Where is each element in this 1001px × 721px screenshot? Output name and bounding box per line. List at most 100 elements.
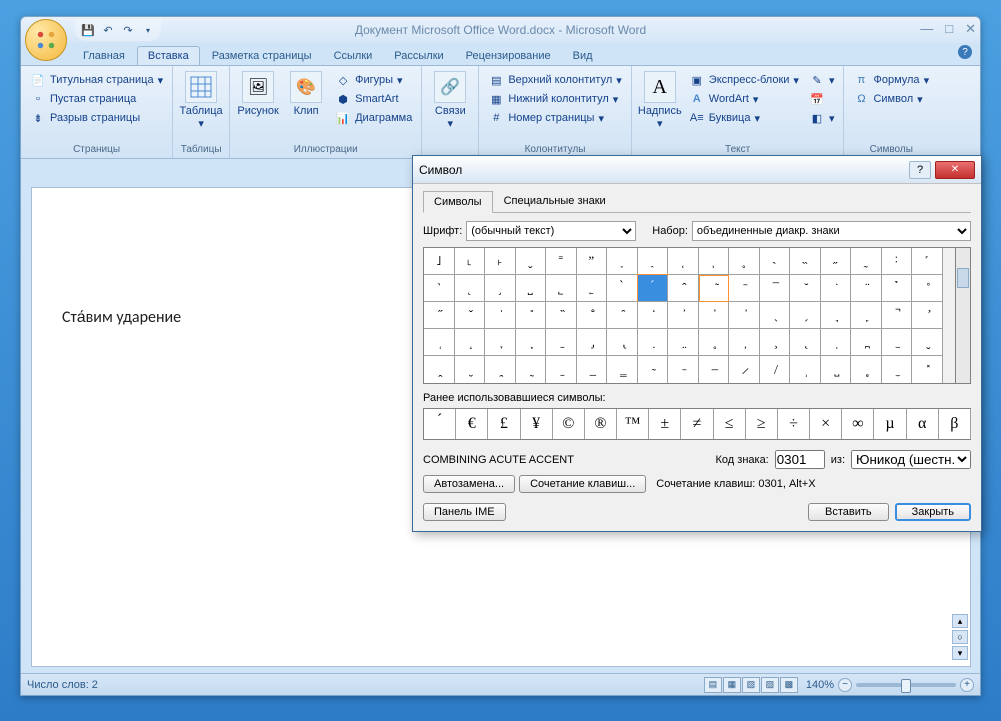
symbol-cell[interactable]: ̒: [638, 302, 669, 329]
symbol-cell[interactable]: ̐: [577, 302, 608, 329]
symbol-cell[interactable]: ̇: [821, 275, 852, 302]
symbol-cell[interactable]: ̓: [668, 302, 699, 329]
symbol-cell[interactable]: ̺: [821, 356, 852, 383]
symbol-cell[interactable]: ̎: [516, 302, 547, 329]
symbol-cell[interactable]: ̖: [760, 302, 791, 329]
symbol-cell[interactable]: ˵: [790, 248, 821, 275]
symbol-cell[interactable]: ˽: [516, 275, 547, 302]
symbol-cell[interactable]: ̚: [882, 302, 913, 329]
shapes-button[interactable]: ◇Фигуры ▾: [332, 71, 415, 89]
zoom-slider[interactable]: [856, 683, 956, 687]
symbol-cell[interactable]: ̢: [607, 329, 638, 356]
recent-symbol-cell[interactable]: £: [488, 409, 520, 439]
ime-panel-button[interactable]: Панель IME: [423, 503, 506, 521]
zoom-in-button[interactable]: +: [960, 678, 974, 692]
recent-symbol-cell[interactable]: ±: [649, 409, 681, 439]
tab-view[interactable]: Вид: [563, 47, 603, 65]
undo-icon[interactable]: ↶: [99, 21, 117, 39]
symbol-button[interactable]: ΩСимвол ▾: [850, 90, 932, 108]
tab-page-layout[interactable]: Разметка страницы: [202, 47, 322, 65]
symbol-cell[interactable]: ̏: [546, 302, 577, 329]
symbol-cell[interactable]: ̍: [485, 302, 516, 329]
symbol-cell[interactable]: ̱: [546, 356, 577, 383]
symbol-cell[interactable]: ̃: [699, 275, 730, 302]
table-button[interactable]: Таблица▾: [177, 68, 225, 143]
next-page-button[interactable]: ▾: [952, 646, 968, 660]
save-icon[interactable]: 💾: [79, 21, 97, 39]
close-window-button[interactable]: ✕: [965, 21, 976, 37]
draft-view[interactable]: ▩: [780, 677, 798, 693]
symbol-cell[interactable]: ˭: [546, 248, 577, 275]
symbol-cell[interactable]: ̰: [516, 356, 547, 383]
symbol-cell[interactable]: ̜: [424, 329, 455, 356]
quickparts-button[interactable]: ▣Экспресс-блоки ▾: [686, 71, 802, 89]
tab-symbols[interactable]: Символы: [423, 191, 493, 213]
symbol-cell[interactable]: ̗: [790, 302, 821, 329]
symbol-cell[interactable]: ̧: [760, 329, 791, 356]
symbol-cell[interactable]: ̯: [485, 356, 516, 383]
recent-symbol-cell[interactable]: ¥: [521, 409, 553, 439]
picture-button[interactable]: 🖼Рисунок: [234, 68, 282, 143]
symbol-cell[interactable]: ̸: [760, 356, 791, 383]
symbol-cell[interactable]: ̄: [729, 275, 760, 302]
chart-button[interactable]: 📊Диаграмма: [332, 109, 415, 127]
dialog-help-button[interactable]: ?: [909, 161, 931, 179]
print-layout-view[interactable]: ▤: [704, 677, 722, 693]
symbol-cell[interactable]: ˺: [424, 275, 455, 302]
symbol-cell[interactable]: ̙: [851, 302, 882, 329]
symbol-cell[interactable]: ̘: [821, 302, 852, 329]
symbol-cell[interactable]: ̨: [790, 329, 821, 356]
prev-page-button[interactable]: ▴: [952, 614, 968, 628]
symbol-cell[interactable]: ̪: [851, 329, 882, 356]
symbol-cell[interactable]: ˿: [577, 275, 608, 302]
symbol-cell[interactable]: ̩: [821, 329, 852, 356]
symbol-cell[interactable]: ̼: [882, 356, 913, 383]
symbol-cell[interactable]: ̂: [668, 275, 699, 302]
zoom-out-button[interactable]: −: [838, 678, 852, 692]
page-break-button[interactable]: ⇟Разрыв страницы: [27, 109, 166, 127]
header-button[interactable]: ▤Верхний колонтитул ▾: [485, 71, 624, 89]
recent-symbol-cell[interactable]: α: [907, 409, 939, 439]
symbol-cell[interactable]: ̡: [577, 329, 608, 356]
web-view[interactable]: ▧: [742, 677, 760, 693]
redo-icon[interactable]: ↷: [119, 21, 137, 39]
zoom-level[interactable]: 140%: [806, 679, 834, 691]
symbol-cell[interactable]: ˾: [546, 275, 577, 302]
outline-view[interactable]: ▨: [761, 677, 779, 693]
symbol-cell[interactable]: ̮: [455, 356, 486, 383]
close-button[interactable]: Закрыть: [895, 503, 971, 521]
tab-review[interactable]: Рецензирование: [456, 47, 561, 65]
object-button[interactable]: ◧▾: [806, 109, 838, 127]
symbol-cell[interactable]: ̕: [729, 302, 760, 329]
symbol-cell[interactable]: ̽: [912, 356, 943, 383]
recent-symbol-cell[interactable]: ×: [810, 409, 842, 439]
symbol-scrollbar[interactable]: [955, 247, 971, 384]
subset-select[interactable]: объединенные диакр. знаки: [692, 221, 971, 241]
recent-symbol-cell[interactable]: ́: [424, 409, 456, 439]
symbol-cell[interactable]: ̲: [577, 356, 608, 383]
code-input[interactable]: [775, 450, 825, 469]
tab-insert[interactable]: Вставка: [137, 46, 200, 65]
symbol-cell[interactable]: ˯: [607, 248, 638, 275]
symbol-cell[interactable]: ̫: [882, 329, 913, 356]
symbol-cell[interactable]: ˶: [821, 248, 852, 275]
dialog-close-button[interactable]: ✕: [935, 161, 975, 179]
qat-dropdown-icon[interactable]: ▾: [139, 21, 157, 39]
symbol-cell[interactable]: ˹: [912, 248, 943, 275]
minimize-button[interactable]: —: [920, 21, 933, 37]
symbol-cell[interactable]: ˪: [455, 248, 486, 275]
symbol-cell[interactable]: ˲: [699, 248, 730, 275]
datetime-button[interactable]: 📅: [806, 90, 838, 108]
shortcut-button[interactable]: Сочетание клавиш...: [519, 475, 646, 493]
symbol-cell[interactable]: ̝: [455, 329, 486, 356]
symbol-cell[interactable]: ̔: [699, 302, 730, 329]
recent-symbol-cell[interactable]: ÷: [778, 409, 810, 439]
symbol-cell[interactable]: ˩: [424, 248, 455, 275]
symbol-cell[interactable]: ̥: [699, 329, 730, 356]
fullscreen-view[interactable]: ▦: [723, 677, 741, 693]
dialog-titlebar[interactable]: Символ ? ✕: [413, 156, 981, 184]
tab-mailings[interactable]: Рассылки: [384, 47, 453, 65]
symbol-cell[interactable]: ̑: [607, 302, 638, 329]
recent-symbol-cell[interactable]: ©: [553, 409, 585, 439]
recent-symbol-cell[interactable]: ®: [585, 409, 617, 439]
